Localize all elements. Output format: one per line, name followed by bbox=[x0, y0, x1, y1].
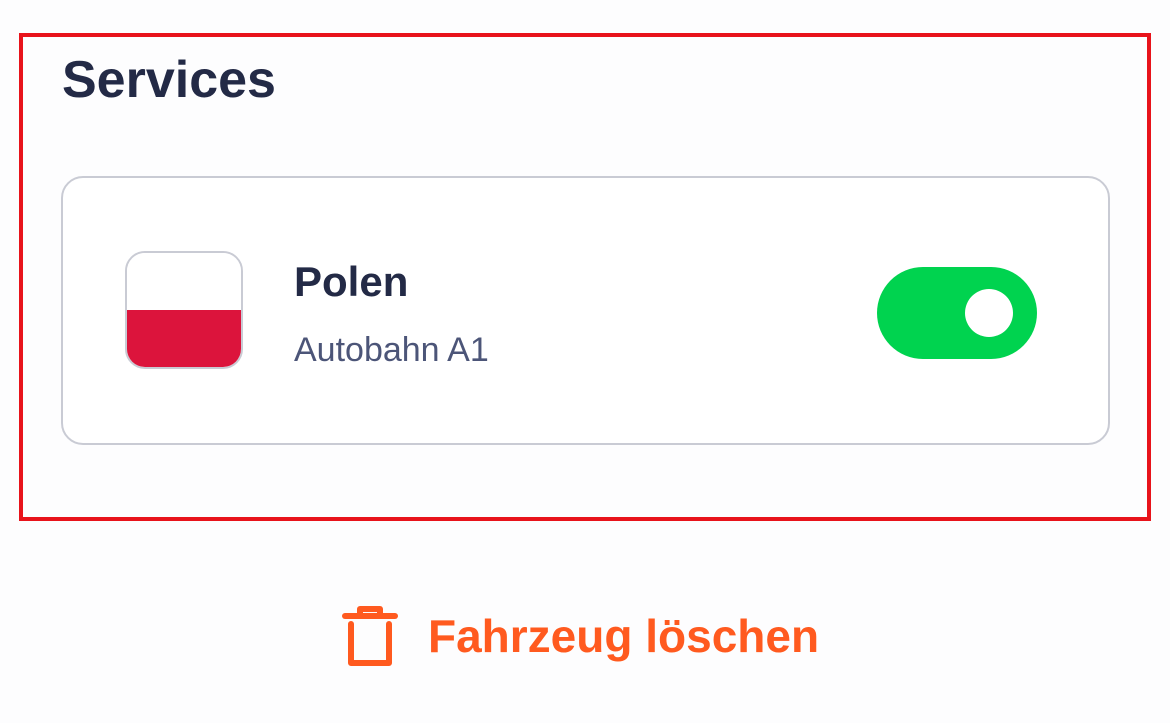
flag-white-stripe bbox=[127, 253, 241, 310]
poland-flag-icon bbox=[125, 251, 243, 369]
service-subtitle: Autobahn A1 bbox=[294, 331, 489, 369]
trash-icon bbox=[342, 606, 398, 666]
service-toggle[interactable] bbox=[877, 267, 1037, 359]
toggle-knob bbox=[965, 289, 1013, 337]
service-card-polen: Polen Autobahn A1 bbox=[61, 176, 1110, 445]
delete-vehicle-button[interactable]: Fahrzeug löschen bbox=[340, 600, 819, 672]
service-name: Polen bbox=[294, 258, 409, 305]
delete-vehicle-label: Fahrzeug löschen bbox=[428, 610, 820, 662]
section-title: Services bbox=[62, 51, 276, 109]
flag-red-stripe bbox=[127, 310, 241, 367]
